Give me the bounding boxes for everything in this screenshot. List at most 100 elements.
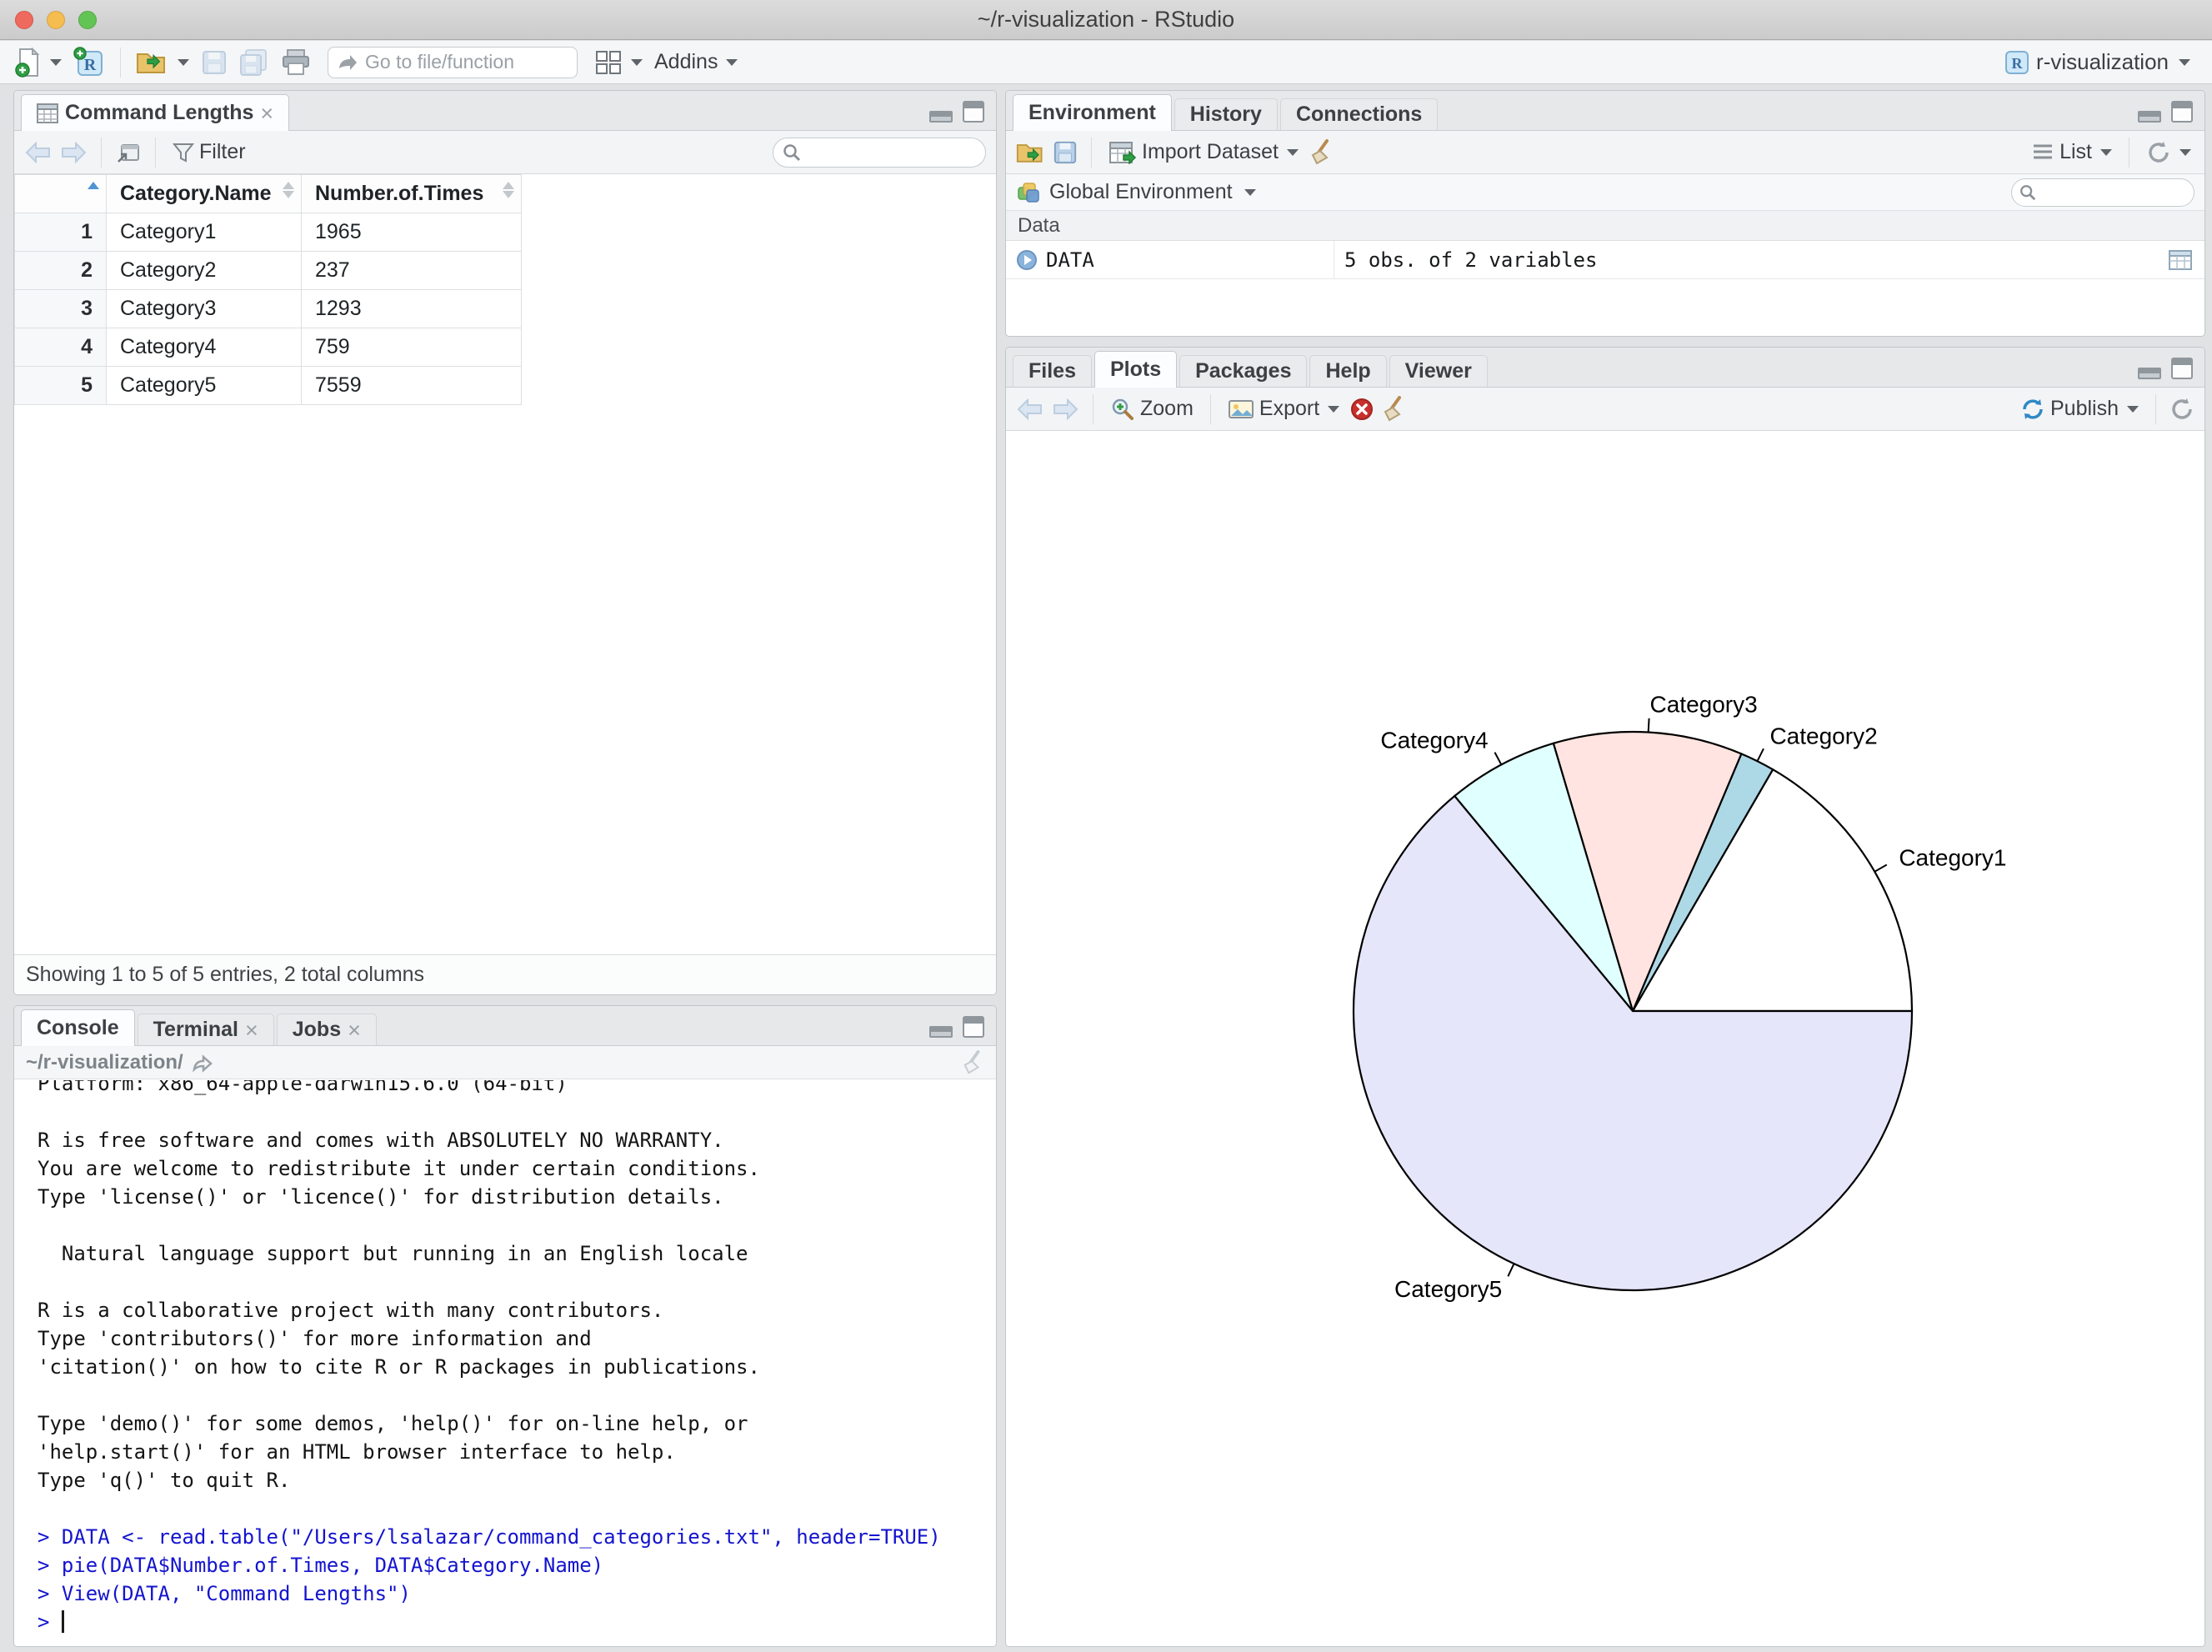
tab-terminal[interactable]: Terminal × bbox=[137, 1014, 274, 1045]
console-working-dir-row: ~/r-visualization/ bbox=[14, 1046, 996, 1079]
import-dataset-caret bbox=[1286, 148, 1299, 156]
open-file-caret bbox=[178, 58, 189, 66]
project-menu[interactable]: R r-visualization bbox=[2004, 49, 2200, 75]
minimize-pane-icon[interactable] bbox=[929, 111, 953, 123]
clear-objects-icon[interactable] bbox=[1309, 138, 1334, 166]
refresh-environment-button[interactable] bbox=[2143, 135, 2194, 170]
row-number-cell: 5 bbox=[14, 366, 107, 405]
project-label: r-visualization bbox=[2036, 49, 2169, 74]
tab-history[interactable]: History bbox=[1174, 98, 1278, 130]
tab-files[interactable]: Files bbox=[1013, 355, 1092, 387]
import-dataset-button[interactable]: Import Dataset bbox=[1105, 135, 1302, 170]
clear-console-icon[interactable] bbox=[961, 1049, 984, 1075]
table-row: 4 Category4 759 bbox=[14, 328, 522, 367]
console-output[interactable]: Platform: x86_64-apple-darwin15.6.0 (64-… bbox=[14, 1080, 996, 1646]
column-header-times[interactable]: Number.of.Times bbox=[301, 174, 522, 213]
export-plot-icon bbox=[1228, 399, 1254, 418]
remove-plot-icon[interactable] bbox=[1349, 397, 1374, 422]
print-button[interactable] bbox=[278, 45, 314, 80]
goto-file-box[interactable] bbox=[328, 46, 578, 78]
close-icon[interactable]: × bbox=[245, 1019, 258, 1041]
minimize-pane-icon[interactable] bbox=[2138, 368, 2161, 379]
category-name-cell: Category5 bbox=[106, 366, 302, 405]
goto-file-input[interactable] bbox=[365, 51, 548, 73]
console-output-line: Type 'license()' or 'licence()' for dist… bbox=[38, 1185, 724, 1209]
addins-menu[interactable]: Addins bbox=[651, 45, 741, 80]
text-cursor bbox=[61, 1610, 64, 1633]
tab-connections[interactable]: Connections bbox=[1279, 98, 1439, 130]
list-view-button[interactable]: List bbox=[2028, 135, 2115, 170]
filter-label: Filter bbox=[199, 140, 246, 163]
console-prompt[interactable]: > bbox=[38, 1608, 996, 1636]
save-button[interactable] bbox=[198, 45, 231, 80]
print-icon bbox=[283, 48, 309, 75]
expand-object-icon[interactable] bbox=[1016, 249, 1038, 271]
tab-command-lengths[interactable]: Command Lengths × bbox=[21, 94, 290, 131]
viewer-search-input[interactable] bbox=[807, 141, 996, 163]
environment-pane: Environment History Connections Import D… bbox=[1005, 90, 2205, 337]
close-icon[interactable]: × bbox=[348, 1019, 361, 1041]
tab-help[interactable]: Help bbox=[1309, 355, 1387, 387]
maximize-pane-icon[interactable] bbox=[2171, 101, 2193, 123]
open-dir-icon[interactable] bbox=[192, 1053, 215, 1073]
popout-window-icon[interactable] bbox=[115, 140, 142, 165]
next-plot-icon[interactable] bbox=[1051, 398, 1079, 421]
tab-console[interactable]: Console bbox=[21, 1009, 135, 1046]
save-all-button[interactable] bbox=[236, 45, 273, 80]
row-number-cell: 3 bbox=[14, 289, 107, 328]
clear-plots-icon[interactable] bbox=[1381, 395, 1406, 423]
environment-object-row[interactable]: DATA 5 obs. of 2 variables bbox=[1006, 241, 2204, 279]
environment-search-input[interactable] bbox=[2037, 181, 2204, 203]
minimize-button[interactable] bbox=[47, 11, 65, 29]
plot-canvas: Category1 Category2 Category3 Category4 Cate… bbox=[1006, 432, 2204, 1646]
new-project-button[interactable]: R bbox=[70, 45, 108, 80]
maximize-pane-icon[interactable] bbox=[2171, 358, 2193, 379]
minimize-pane-icon[interactable] bbox=[929, 1026, 953, 1038]
refresh-plots-icon[interactable] bbox=[2169, 397, 2194, 422]
zoom-plot-button[interactable]: Zoom bbox=[1107, 392, 1197, 427]
pie-label: Category2 bbox=[1769, 723, 1877, 749]
toolbar-separator bbox=[120, 47, 121, 78]
close-icon[interactable]: × bbox=[260, 102, 273, 124]
minimize-pane-icon[interactable] bbox=[2138, 111, 2161, 123]
previous-plot-icon[interactable] bbox=[1016, 398, 1044, 421]
filter-icon bbox=[173, 143, 194, 163]
tab-packages[interactable]: Packages bbox=[1179, 355, 1308, 387]
back-icon[interactable] bbox=[24, 141, 53, 164]
environment-toolbar: Import Dataset List bbox=[1006, 131, 2204, 174]
fullscreen-button[interactable] bbox=[78, 11, 97, 29]
new-project-icon: R bbox=[73, 46, 103, 76]
export-plot-button[interactable]: Export bbox=[1224, 392, 1343, 427]
tab-jobs[interactable]: Jobs × bbox=[276, 1014, 377, 1045]
environment-search-box[interactable] bbox=[2011, 178, 2204, 207]
panes-layout-button[interactable] bbox=[591, 45, 646, 80]
view-data-icon[interactable] bbox=[2168, 249, 2193, 271]
save-workspace-icon[interactable] bbox=[1053, 140, 1078, 165]
open-workspace-icon[interactable] bbox=[1016, 140, 1046, 165]
close-button[interactable] bbox=[15, 11, 33, 29]
pie-label: Category5 bbox=[1394, 1276, 1502, 1302]
row-number-header[interactable] bbox=[14, 174, 107, 213]
category-name-cell: Category4 bbox=[106, 328, 302, 367]
tab-plots[interactable]: Plots bbox=[1093, 351, 1178, 388]
tab-environment[interactable]: Environment bbox=[1013, 94, 1172, 131]
pie-label-tick bbox=[1507, 1263, 1515, 1277]
publish-label: Publish bbox=[2050, 397, 2119, 420]
tab-viewer[interactable]: Viewer bbox=[1389, 355, 1488, 387]
publish-button[interactable]: Publish bbox=[2017, 392, 2142, 427]
pie-chart: Category1 Category2 Category3 Category4 Cate… bbox=[1352, 692, 2007, 1302]
maximize-pane-icon[interactable] bbox=[963, 101, 984, 123]
environment-scope-label[interactable]: Global Environment bbox=[1049, 180, 1233, 204]
viewer-search-box[interactable] bbox=[773, 137, 996, 168]
maximize-pane-icon[interactable] bbox=[963, 1016, 984, 1038]
console-output-line: 'citation()' on how to cite R or R packa… bbox=[38, 1355, 760, 1379]
forward-icon[interactable] bbox=[59, 141, 88, 164]
filter-button[interactable]: Filter bbox=[169, 135, 249, 170]
open-file-button[interactable] bbox=[133, 45, 193, 80]
column-header-category[interactable]: Category.Name bbox=[106, 174, 302, 213]
object-name: DATA bbox=[1046, 248, 1094, 272]
times-cell: 759 bbox=[301, 328, 522, 367]
new-file-button[interactable] bbox=[12, 45, 65, 80]
table-row: 1 Category1 1965 bbox=[14, 213, 522, 252]
